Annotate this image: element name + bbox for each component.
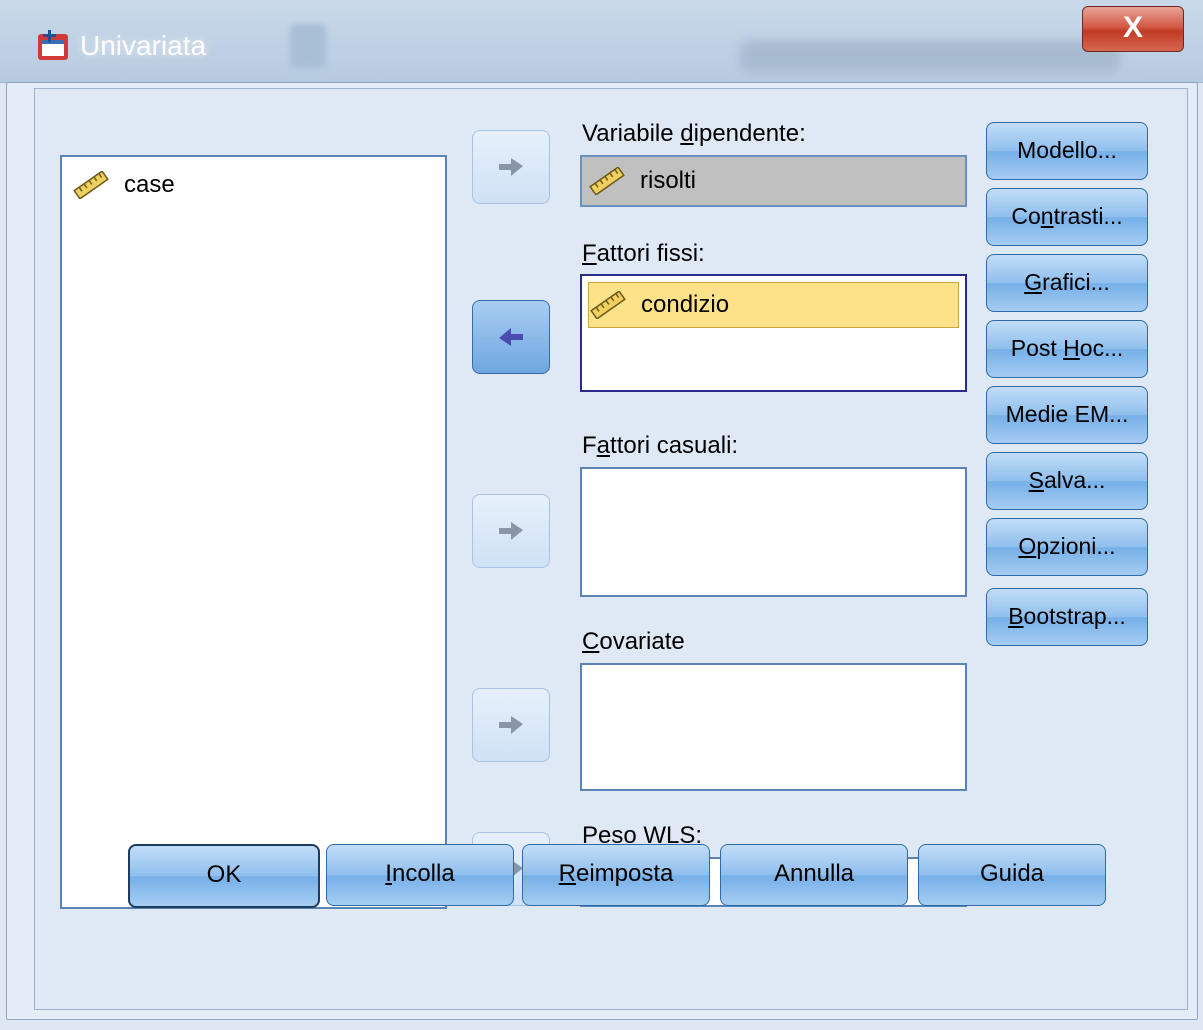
arrow-right-icon — [499, 522, 523, 540]
covariates-list[interactable] — [580, 663, 967, 791]
list-item[interactable]: condizio — [588, 282, 959, 328]
title-bar[interactable]: Univariata X — [0, 0, 1203, 83]
reset-button[interactable]: Reimposta — [522, 844, 710, 906]
move-to-covariate-button[interactable] — [472, 688, 550, 762]
fixed-factors-list[interactable]: condizio — [580, 274, 967, 392]
move-to-dependent-button[interactable] — [472, 130, 550, 204]
plots-button[interactable]: Grafici... — [986, 254, 1148, 312]
fixed-factor-value: condizio — [641, 291, 730, 318]
arrow-left-icon — [499, 328, 523, 346]
fixed-factors-label: Fattori fissi: — [582, 240, 705, 267]
model-button[interactable]: Modello... — [986, 122, 1148, 180]
cancel-button[interactable]: Annulla — [720, 844, 908, 906]
ok-button[interactable]: OK — [128, 844, 320, 908]
contrasts-button[interactable]: Contrasti... — [986, 188, 1148, 246]
covariates-label: Covariate — [582, 628, 685, 655]
list-item[interactable]: case — [72, 171, 175, 199]
move-to-random-factors-button[interactable] — [472, 494, 550, 568]
move-fixed-factor-button[interactable] — [472, 300, 550, 374]
close-button[interactable]: X — [1082, 6, 1184, 52]
spss-dialog-icon — [38, 30, 68, 60]
list-item[interactable]: risolti — [588, 159, 959, 203]
background-blur — [740, 40, 1120, 72]
dependent-variable-label: Variabile dipendente: — [582, 120, 806, 147]
save-button[interactable]: Salva... — [986, 452, 1148, 510]
paste-button[interactable]: Incolla — [326, 844, 514, 906]
post-hoc-button[interactable]: Post Hoc... — [986, 320, 1148, 378]
source-variable-list[interactable]: case — [60, 155, 447, 909]
dependent-variable-field[interactable]: risolti — [580, 155, 967, 207]
arrow-right-icon — [499, 716, 523, 734]
scale-ruler-icon — [73, 171, 109, 199]
variable-label: case — [124, 171, 175, 198]
background-blur — [290, 24, 326, 68]
arrow-right-icon — [499, 158, 523, 176]
help-button[interactable]: Guida — [918, 844, 1106, 906]
random-factors-list[interactable] — [580, 467, 967, 597]
dependent-variable-value: risolti — [640, 167, 697, 194]
scale-ruler-icon — [590, 291, 626, 319]
options-button[interactable]: Opzioni... — [986, 518, 1148, 576]
scale-ruler-icon — [589, 167, 625, 195]
em-means-button[interactable]: Medie EM... — [986, 386, 1148, 444]
window-title: Univariata — [80, 30, 207, 61]
bootstrap-button[interactable]: Bootstrap... — [986, 588, 1148, 646]
random-factors-label: Fattori casuali: — [582, 432, 739, 459]
